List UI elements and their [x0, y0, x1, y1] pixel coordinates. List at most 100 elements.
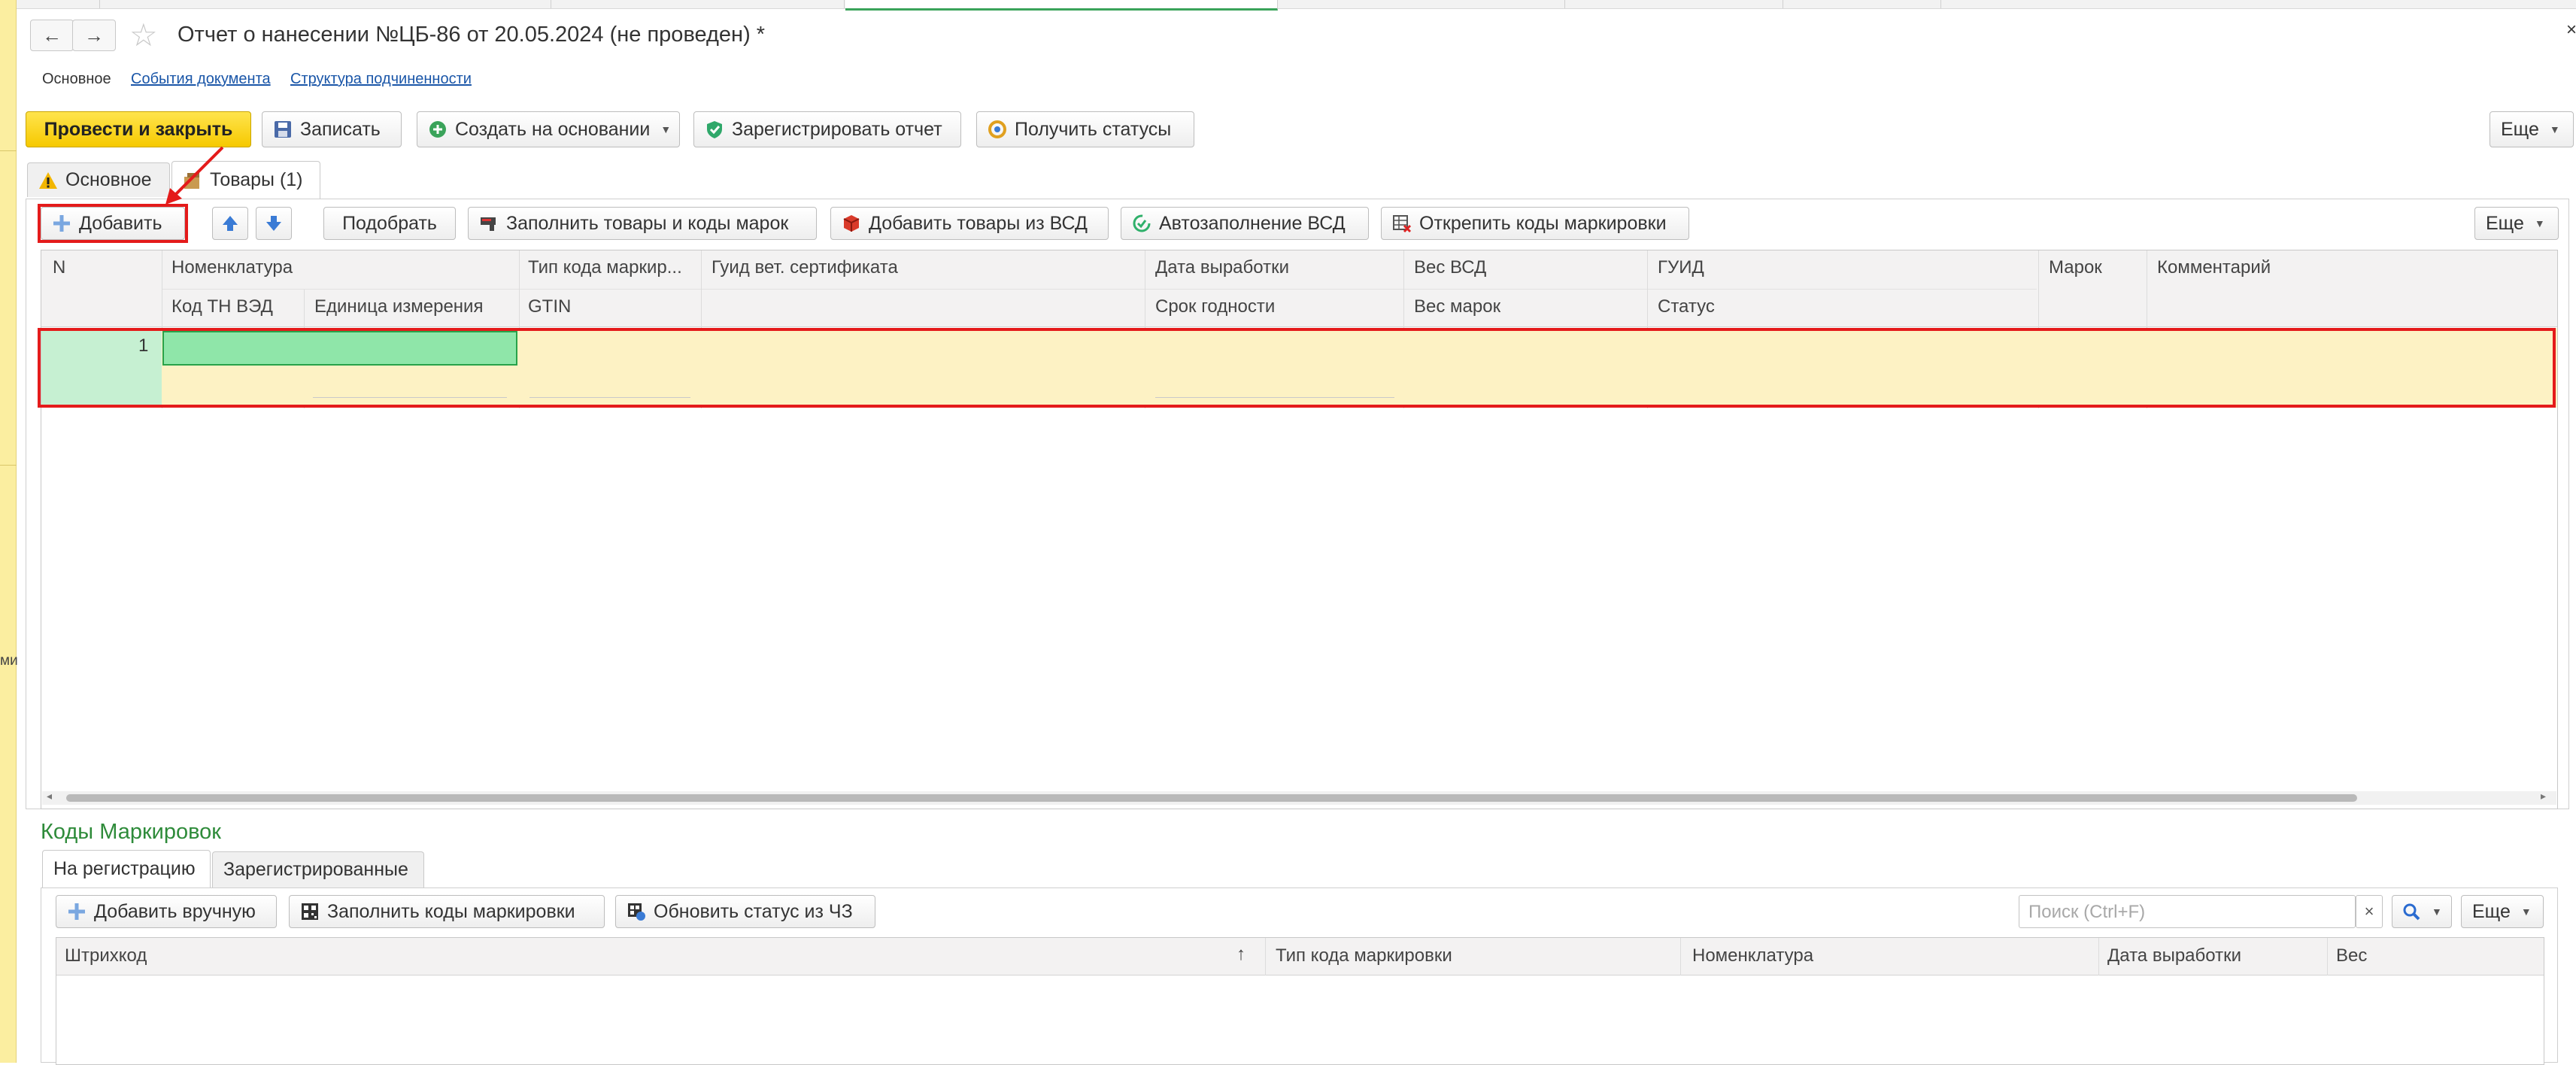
fill-goods-codes-label: Заполнить товары и коды марок [506, 212, 789, 234]
col-header-gtin[interactable]: GTIN [528, 296, 571, 317]
search-clear-button[interactable]: × [2356, 895, 2383, 928]
scrollbar-thumb[interactable] [66, 794, 2357, 802]
scanner-icon [479, 214, 499, 233]
page-title: Отчет о нанесении №ЦБ-86 от 20.05.2024 (… [177, 23, 766, 47]
add-manual-label: Добавить вручную [94, 900, 256, 922]
col-header-production-date[interactable]: Дата выработки [2107, 945, 2241, 966]
update-status-label: Обновить статус из ЧЗ [654, 900, 853, 922]
get-statuses-button[interactable]: Получить статусы [976, 111, 1194, 147]
save-button[interactable]: Записать [262, 111, 402, 147]
window-tab[interactable] [1564, 0, 1783, 8]
tab-registered[interactable]: Зарегистрированные [212, 851, 424, 888]
col-header-vsd-weight[interactable]: Вес ВСД [1414, 257, 1486, 278]
plus-circle-icon [428, 120, 448, 139]
scroll-left-icon[interactable]: ◂ [47, 790, 52, 803]
col-header-marks-weight[interactable]: Вес марок [1414, 296, 1500, 317]
unpin-codes-button[interactable]: Открепить коды маркировки [1381, 207, 1689, 240]
col-header-vet-guid[interactable]: Гуид вет. сертификата [712, 257, 898, 278]
star-icon[interactable]: ☆ [129, 17, 158, 53]
tab-main[interactable]: Основное [27, 162, 170, 197]
fill-marking-codes-button[interactable]: Заполнить коды маркировки [289, 895, 605, 928]
back-button[interactable]: ← [30, 20, 74, 51]
chevron-down-icon: ▼ [2534, 217, 2545, 229]
col-header-marking-code-type[interactable]: Тип кода маркировки [1276, 945, 1452, 966]
search-input[interactable]: Поиск (Ctrl+F) [2019, 895, 2356, 928]
pick-button[interactable]: Подобрать [323, 207, 456, 240]
goods-more-button[interactable]: Еще ▼ [2474, 207, 2559, 240]
window-tab-active[interactable] [845, 0, 1278, 11]
search-button[interactable]: ▼ [2392, 895, 2452, 928]
sort-ascending-icon[interactable]: ↑ [1236, 944, 1246, 965]
col-header-guid[interactable]: ГУИД [1658, 257, 1704, 278]
qr-refresh-icon [627, 902, 646, 921]
plus-icon [67, 902, 86, 921]
col-header-n[interactable]: N [53, 257, 65, 278]
add-from-vsd-button[interactable]: Добавить товары из ВСД [830, 207, 1109, 240]
col-header-nomenclature[interactable]: Номенклатура [171, 257, 293, 278]
box-icon [842, 214, 861, 233]
register-report-button[interactable]: Зарегистрировать отчет [693, 111, 961, 147]
update-status-button[interactable]: Обновить статус из ЧЗ [615, 895, 875, 928]
col-header-unit[interactable]: Единица измерения [314, 296, 483, 317]
get-statuses-label: Получить статусы [1015, 118, 1172, 140]
search-icon [2402, 902, 2421, 921]
col-header-code-type[interactable]: Тип кода маркир... [528, 257, 682, 278]
register-report-label: Зарегистрировать отчет [732, 118, 942, 140]
tab-for-registration-label: На регистрацию [53, 858, 196, 879]
forward-button[interactable]: → [72, 20, 116, 51]
chevron-down-icon: ▼ [2432, 906, 2442, 918]
col-header-marks[interactable]: Марок [2049, 257, 2102, 278]
col-header-comment[interactable]: Комментарий [2157, 257, 2271, 278]
auto-refresh-icon [1132, 214, 1151, 233]
fill-goods-codes-button[interactable]: Заполнить товары и коды марок [468, 207, 817, 240]
subnav-document-events[interactable]: События документа [131, 71, 271, 88]
close-icon[interactable]: × [2566, 20, 2576, 41]
chevron-down-icon: ▼ [2520, 906, 2532, 918]
annotation-arrow-icon [165, 146, 224, 205]
floppy-icon [273, 120, 293, 139]
header-divider [162, 289, 2037, 290]
post-and-close-label: Провести и закрыть [44, 118, 233, 140]
more-button[interactable]: Еще ▼ [2490, 111, 2574, 147]
add-manual-button[interactable]: Добавить вручную [56, 895, 277, 928]
window-tab[interactable] [99, 0, 551, 8]
qr-code-icon [300, 902, 320, 921]
window-tab[interactable] [1783, 0, 1941, 8]
create-based-on-button[interactable]: Создать на основании ▼ [417, 111, 680, 147]
chevron-down-icon: ▼ [660, 123, 672, 135]
col-divider [1265, 938, 1266, 975]
move-down-button[interactable] [256, 207, 292, 240]
tab-for-registration[interactable]: На регистрацию [42, 850, 211, 888]
col-divider [1680, 938, 1681, 975]
autofill-vsd-button[interactable]: Автозаполнение ВСД [1121, 207, 1369, 240]
col-header-expiry[interactable]: Срок годности [1155, 296, 1275, 317]
save-label: Записать [300, 118, 381, 140]
shield-check-icon [705, 120, 724, 139]
add-from-vsd-label: Добавить товары из ВСД [869, 212, 1088, 234]
col-divider [2327, 938, 2328, 975]
col-header-production-date[interactable]: Дата выработки [1155, 257, 1289, 278]
window-tab[interactable] [1279, 0, 1565, 8]
left-strip-label: ми [0, 653, 18, 669]
row-highlight-frame [38, 328, 2556, 408]
warning-icon [38, 171, 58, 190]
col-divider [2098, 938, 2099, 975]
window-tab[interactable] [551, 0, 845, 8]
arrow-left-icon: ← [42, 24, 62, 47]
col-header-nomenclature[interactable]: Номенклатура [1692, 945, 1813, 966]
pick-label: Подобрать [342, 212, 437, 234]
arrow-right-icon: → [84, 24, 104, 47]
chevron-down-icon: ▼ [2549, 123, 2560, 135]
subnav-subordination[interactable]: Структура подчиненности [290, 71, 472, 88]
col-header-tnved[interactable]: Код ТН ВЭД [171, 296, 273, 317]
col-header-barcode[interactable]: Штрихкод [65, 945, 147, 966]
col-header-status[interactable]: Статус [1658, 296, 1715, 317]
post-and-close-button[interactable]: Провести и закрыть [26, 111, 251, 147]
marking-more-button[interactable]: Еще ▼ [2461, 895, 2544, 928]
scroll-right-icon[interactable]: ▸ [2541, 790, 2546, 803]
subnav-main[interactable]: Основное [42, 71, 111, 88]
create-based-on-label: Создать на основании [455, 118, 651, 140]
col-header-weight[interactable]: Вес [2336, 945, 2367, 966]
left-panel-strip [0, 0, 17, 1063]
unpin-codes-label: Открепить коды маркировки [1419, 212, 1667, 234]
